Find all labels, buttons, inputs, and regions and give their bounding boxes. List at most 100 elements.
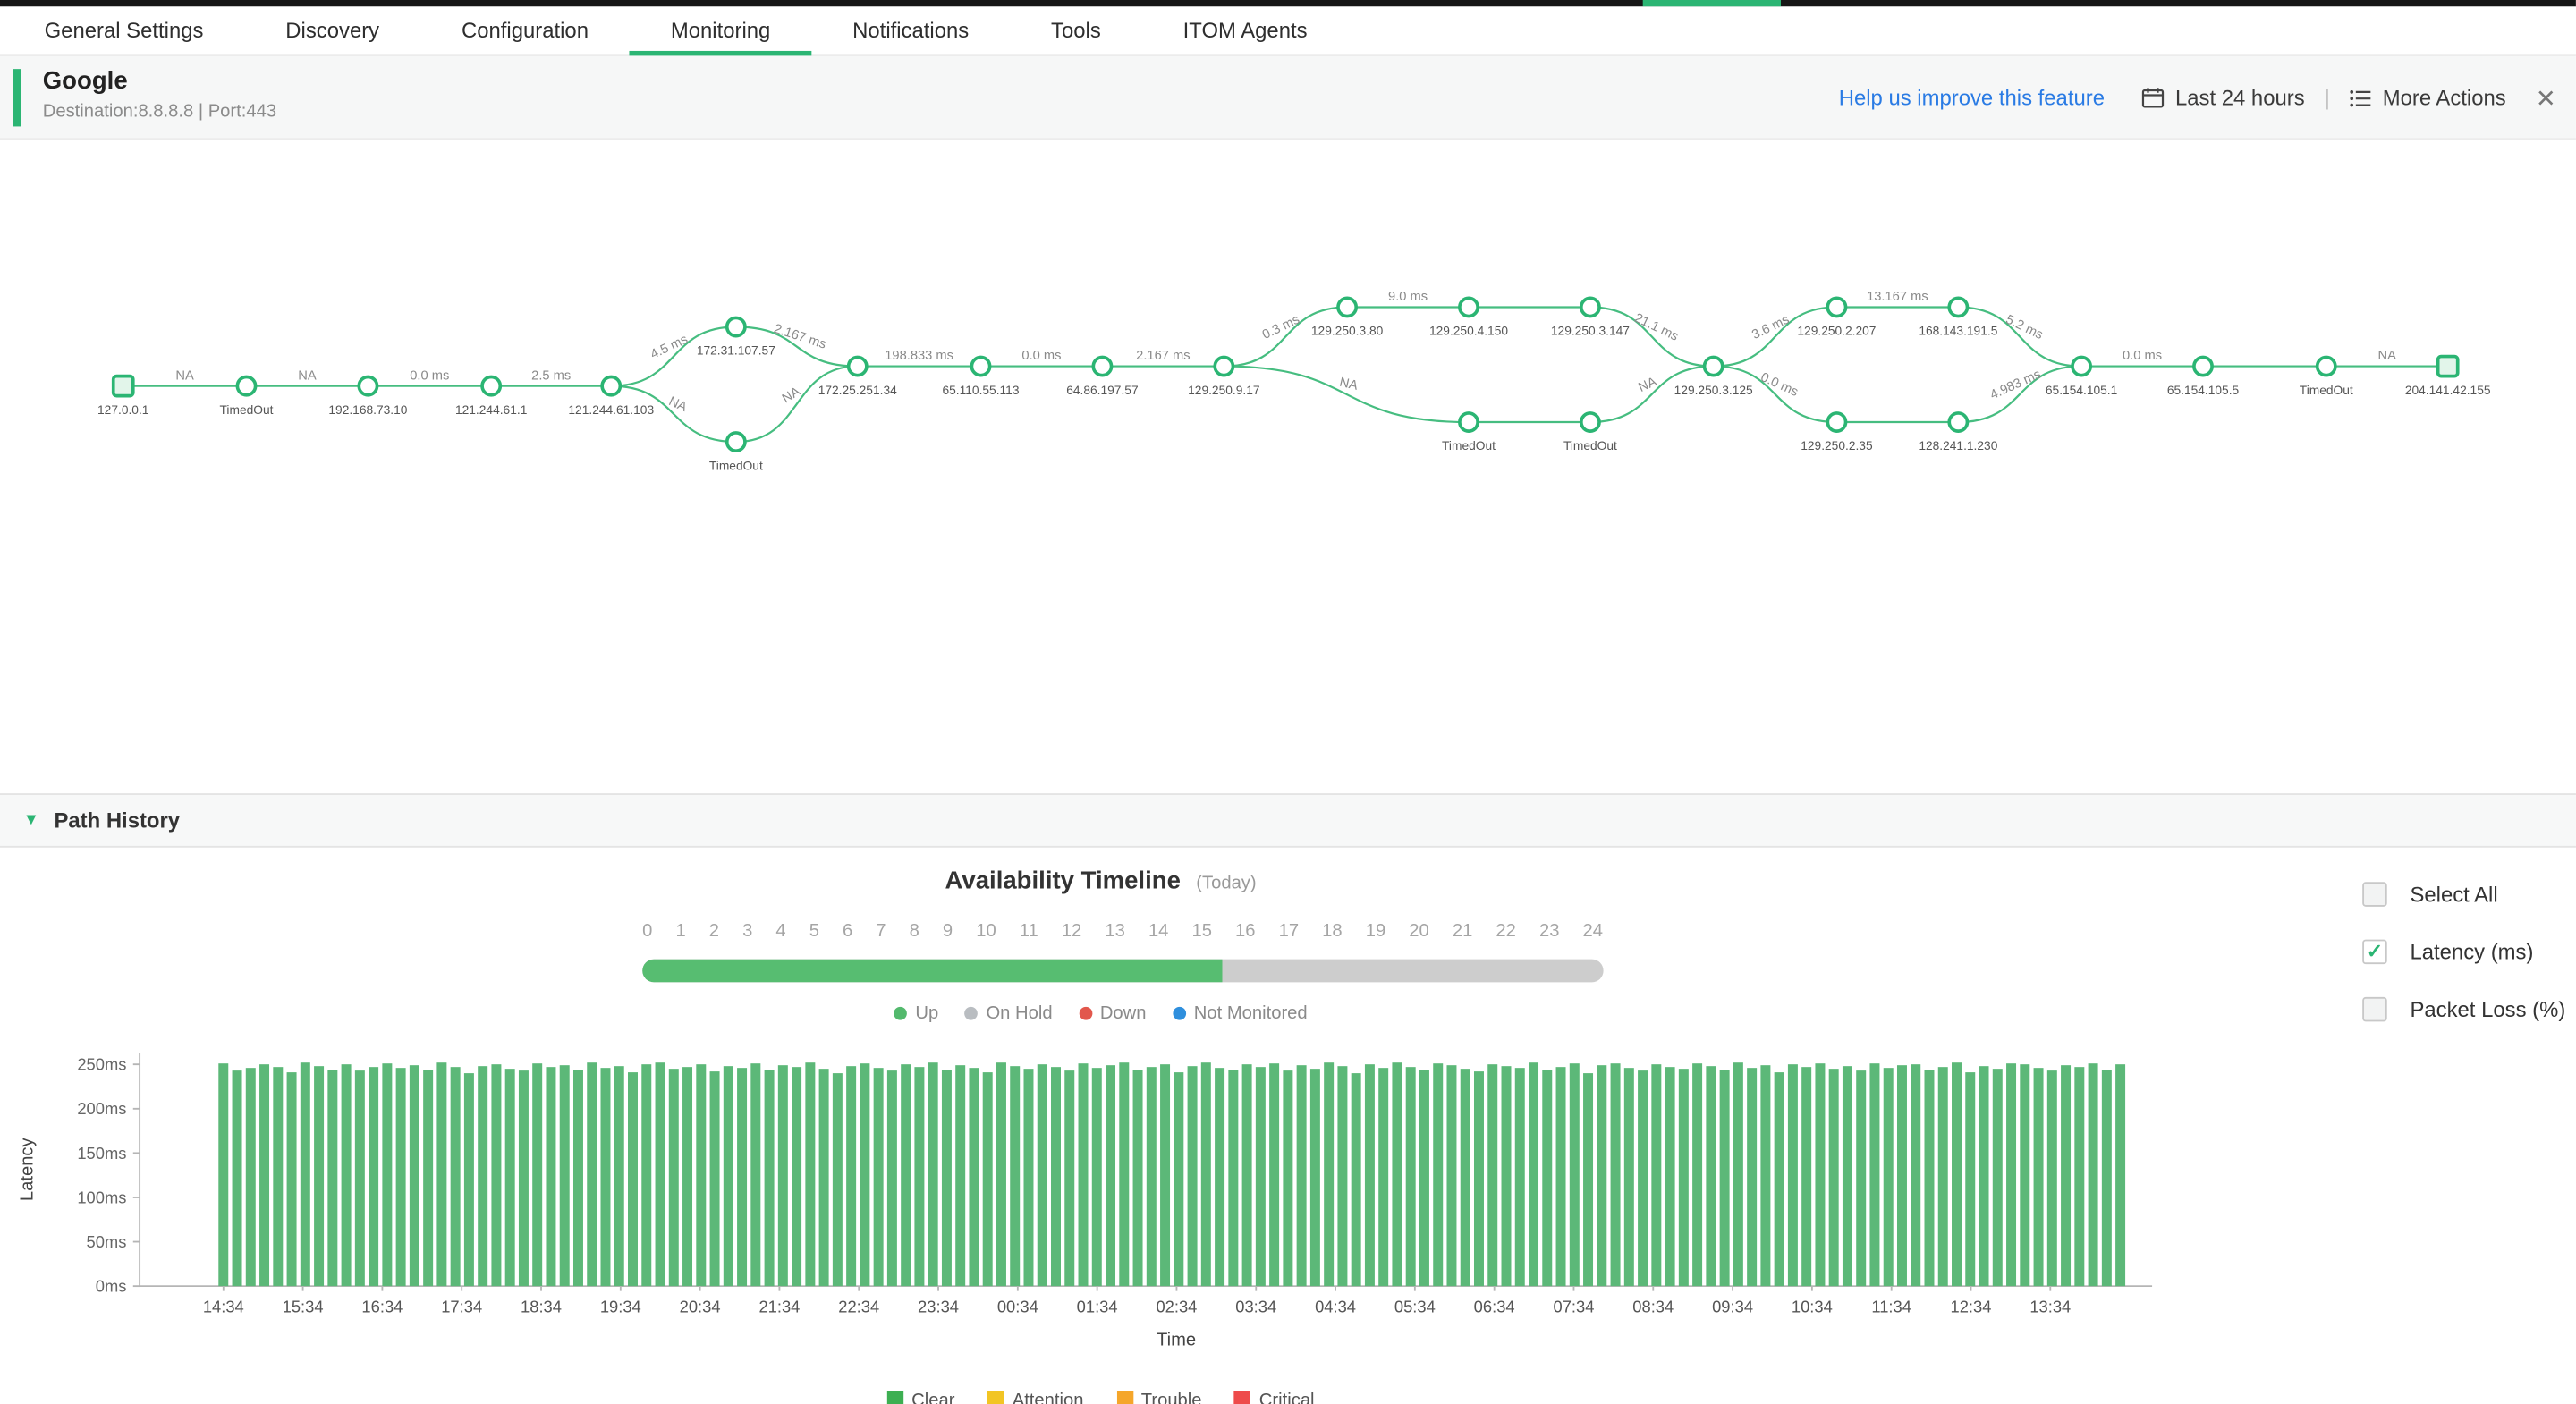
edge-latency-label: 0.0 ms — [2123, 349, 2162, 363]
edge-latency-label: NA — [175, 368, 194, 383]
latency-bar — [259, 1064, 270, 1287]
hour-tick: 4 — [775, 921, 786, 942]
latency-bar — [1091, 1068, 1102, 1287]
checkbox-latency-ms[interactable]: ✓ — [2362, 938, 2387, 964]
hop-label: TimedOut — [2300, 384, 2353, 397]
tab-notifications[interactable]: Notifications — [811, 6, 1010, 54]
hop-node-timedout[interactable] — [1579, 411, 1601, 433]
hop-node-64-86-197-57[interactable] — [1091, 355, 1114, 377]
hop-node-192-168-73-10[interactable] — [357, 375, 379, 397]
hop-node-65-154-105-1[interactable] — [2071, 355, 2093, 377]
hop-node-timedout[interactable] — [724, 431, 747, 453]
latency-bar — [655, 1062, 665, 1287]
toggle-latency-ms[interactable]: ✓ Latency (ms) — [2362, 938, 2565, 964]
latency-bar — [1911, 1064, 1921, 1287]
latency-bar — [1228, 1070, 1239, 1287]
latency-bar — [1542, 1070, 1553, 1287]
hop-node-121-244-61-103[interactable] — [600, 375, 623, 397]
tab-discovery[interactable]: Discovery — [244, 6, 420, 54]
latency-bar — [1473, 1071, 1484, 1287]
hop-node-127-0-0-1[interactable] — [111, 374, 135, 398]
availability-title-sub: (Today) — [1196, 874, 1257, 894]
tab-tools[interactable]: Tools — [1010, 6, 1142, 54]
tab-general-settings[interactable]: General Settings — [4, 6, 245, 54]
hop-node-129-250-3-80[interactable] — [1336, 296, 1359, 318]
tab-monitoring[interactable]: Monitoring — [629, 6, 811, 56]
hop-node-128-241-1-230[interactable] — [1947, 411, 1970, 433]
hop-node-129-250-3-147[interactable] — [1579, 296, 1601, 318]
latency-bar — [1801, 1067, 1812, 1287]
x-axis-tick: 19:34 — [600, 1298, 641, 1316]
latency-bar — [1351, 1073, 1361, 1287]
hop-node-204-141-42-155[interactable] — [2436, 354, 2460, 378]
hop-node-129-250-4-150[interactable] — [1458, 296, 1479, 318]
latency-bar — [1706, 1066, 1716, 1287]
help-improve-link[interactable]: Help us improve this feature — [1839, 86, 2105, 111]
hop-node-172-25-251-34[interactable] — [846, 355, 869, 377]
latency-bar — [314, 1066, 325, 1287]
hop-node-129-250-3-125[interactable] — [1702, 355, 1724, 377]
hop-label: 172.25.251.34 — [818, 384, 897, 397]
monitor-title: Google — [42, 67, 128, 96]
latency-bar — [1828, 1069, 1839, 1287]
path-edge — [735, 365, 858, 444]
hour-tick: 9 — [942, 921, 953, 942]
app-root: General Settings Discovery Configuration Mo… — [0, 0, 2576, 1404]
hop-node-timedout[interactable] — [1458, 411, 1479, 433]
hop-node-121-244-61-1[interactable] — [480, 375, 503, 397]
hop-node-172-31-107-57[interactable] — [724, 316, 747, 338]
latency-bar — [1924, 1070, 1935, 1287]
hop-label: 129.250.3.147 — [1551, 325, 1630, 338]
latency-bar — [2033, 1068, 2044, 1287]
latency-bar — [886, 1070, 897, 1287]
y-axis-tick: 250ms — [77, 1055, 126, 1074]
latency-bar — [1651, 1064, 1662, 1287]
latency-bar — [532, 1063, 543, 1287]
latency-bar — [1064, 1070, 1075, 1287]
y-axis-tick: 0ms — [96, 1277, 127, 1296]
hop-node-timedout[interactable] — [235, 375, 258, 397]
hop-node-timedout[interactable] — [2315, 355, 2337, 377]
close-icon[interactable]: ✕ — [2536, 83, 2556, 113]
time-range-selector[interactable]: Last 24 hours — [2140, 85, 2305, 111]
more-actions-button[interactable]: More Actions — [2350, 86, 2506, 110]
latency-bar — [572, 1070, 583, 1287]
latency-bar — [709, 1071, 720, 1287]
tab-configuration[interactable]: Configuration — [420, 6, 630, 54]
hop-node-65-110-55-113[interactable] — [970, 355, 992, 377]
latency-bar — [504, 1069, 515, 1287]
x-axis-tick: 06:34 — [1474, 1298, 1515, 1316]
latency-bar — [450, 1067, 461, 1287]
hop-label: 129.250.9.17 — [1188, 384, 1259, 397]
checkbox-packet-loss[interactable] — [2362, 995, 2387, 1021]
hop-node-65-154-105-5[interactable] — [2192, 355, 2214, 377]
hop-node-129-250-2-35[interactable] — [1826, 411, 1848, 433]
availability-timeline-bar — [642, 959, 1604, 983]
latency-bar — [1419, 1070, 1429, 1287]
latency-bar — [1296, 1065, 1307, 1287]
latency-bar — [1405, 1067, 1416, 1287]
latency-bar — [1896, 1065, 1907, 1287]
path-history-header[interactable]: ▼ Path History — [0, 793, 2576, 848]
edge-latency-label: 2.5 ms — [531, 368, 571, 383]
hop-node-129-250-9-17[interactable] — [1213, 355, 1235, 377]
edge-latency-label: 9.0 ms — [1388, 290, 1428, 304]
hop-node-168-143-191-5[interactable] — [1947, 296, 1970, 318]
latency-bar — [436, 1062, 447, 1287]
toggle-packet-loss[interactable]: Packet Loss (%) — [2362, 995, 2565, 1021]
toggle-select-all[interactable]: Select All — [2362, 880, 2565, 906]
latency-bar — [1569, 1063, 1580, 1287]
latency-bar — [628, 1072, 638, 1287]
time-range-label: Last 24 hours — [2174, 85, 2305, 111]
header-separator: | — [2324, 85, 2330, 111]
latency-bar — [1215, 1068, 1225, 1287]
x-axis-tick: 13:34 — [2029, 1298, 2071, 1316]
x-axis-tick: 23:34 — [918, 1298, 959, 1316]
tab-itom-agents[interactable]: ITOM Agents — [1142, 6, 1349, 54]
latency-bar — [914, 1067, 925, 1287]
hop-label: 129.250.3.80 — [1311, 325, 1384, 338]
latency-bar — [1051, 1067, 1061, 1287]
hop-node-129-250-2-207[interactable] — [1826, 296, 1848, 318]
checkbox-select-all[interactable] — [2362, 881, 2387, 906]
latency-bar — [1324, 1062, 1335, 1287]
